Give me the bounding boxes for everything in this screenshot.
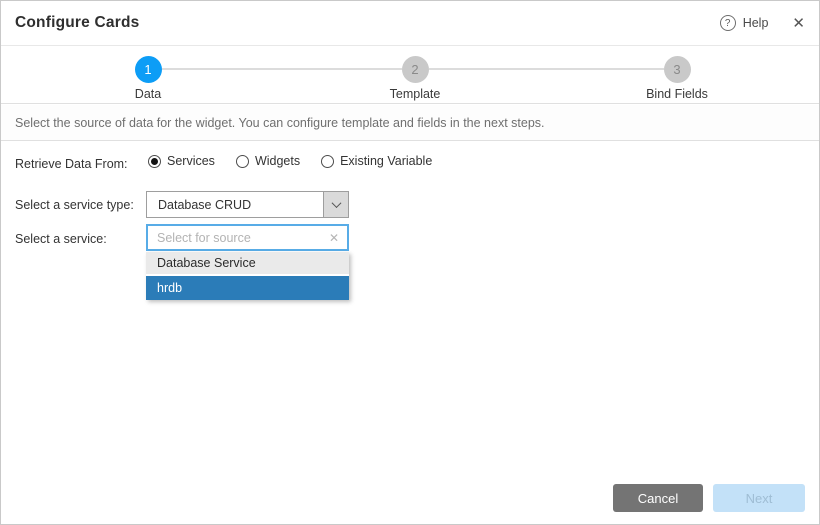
service-type-label: Select a service type: [15, 198, 134, 212]
step-3-circle[interactable]: 3 [664, 56, 691, 83]
description-bar: Select the source of data for the widget… [1, 105, 819, 141]
step-bind-fields: 3 Bind Fields [617, 56, 737, 101]
service-type-select[interactable]: Database CRUD [146, 191, 349, 218]
step-2-label: Template [355, 87, 475, 101]
service-search-box: ✕ [146, 224, 349, 251]
radio-option-services[interactable]: Services [148, 154, 215, 168]
next-button[interactable]: Next [713, 484, 805, 512]
dropdown-group-header: Database Service [146, 252, 349, 274]
close-icon[interactable]: ✕ [792, 16, 805, 31]
radio-services-icon[interactable] [148, 155, 161, 168]
radio-option-existing-variable[interactable]: Existing Variable [321, 154, 432, 168]
step-1-label: Data [88, 87, 208, 101]
select-arrow-button[interactable] [323, 192, 348, 217]
dialog-header: Configure Cards ? Help ✕ [1, 1, 819, 46]
radio-services-label[interactable]: Services [167, 154, 215, 168]
data-source-radio-group: Services Widgets Existing Variable [148, 154, 453, 168]
service-label: Select a service: [15, 232, 107, 246]
wizard-stepper: 1 Data 2 Template 3 Bind Fields [1, 47, 819, 104]
radio-option-widgets[interactable]: Widgets [236, 154, 300, 168]
service-dropdown-list: Database Service hrdb [146, 252, 349, 300]
retrieve-data-from-label: Retrieve Data From: [15, 157, 128, 171]
service-search-input[interactable] [148, 226, 321, 249]
cancel-button[interactable]: Cancel [613, 484, 703, 512]
step-data: 1 Data [88, 56, 208, 101]
help-icon[interactable]: ? [720, 15, 736, 31]
radio-existing-variable-label[interactable]: Existing Variable [340, 154, 432, 168]
step-3-label: Bind Fields [617, 87, 737, 101]
clear-icon[interactable]: ✕ [321, 231, 347, 245]
step-template: 2 Template [355, 56, 475, 101]
description-text: Select the source of data for the widget… [15, 116, 545, 130]
help-button[interactable]: ? Help [720, 15, 769, 31]
step-2-circle[interactable]: 2 [402, 56, 429, 83]
service-type-value[interactable]: Database CRUD [147, 198, 323, 212]
step-1-circle[interactable]: 1 [135, 56, 162, 83]
page-title: Configure Cards [15, 14, 139, 32]
radio-widgets-label[interactable]: Widgets [255, 154, 300, 168]
help-label[interactable]: Help [743, 16, 769, 30]
chevron-down-icon [331, 198, 341, 208]
configure-cards-dialog: Configure Cards ? Help ✕ 1 Data 2 Templa… [0, 0, 820, 525]
dropdown-option-hrdb[interactable]: hrdb [146, 276, 349, 300]
radio-existing-variable-icon[interactable] [321, 155, 334, 168]
header-actions: ? Help ✕ [720, 15, 805, 31]
radio-widgets-icon[interactable] [236, 155, 249, 168]
